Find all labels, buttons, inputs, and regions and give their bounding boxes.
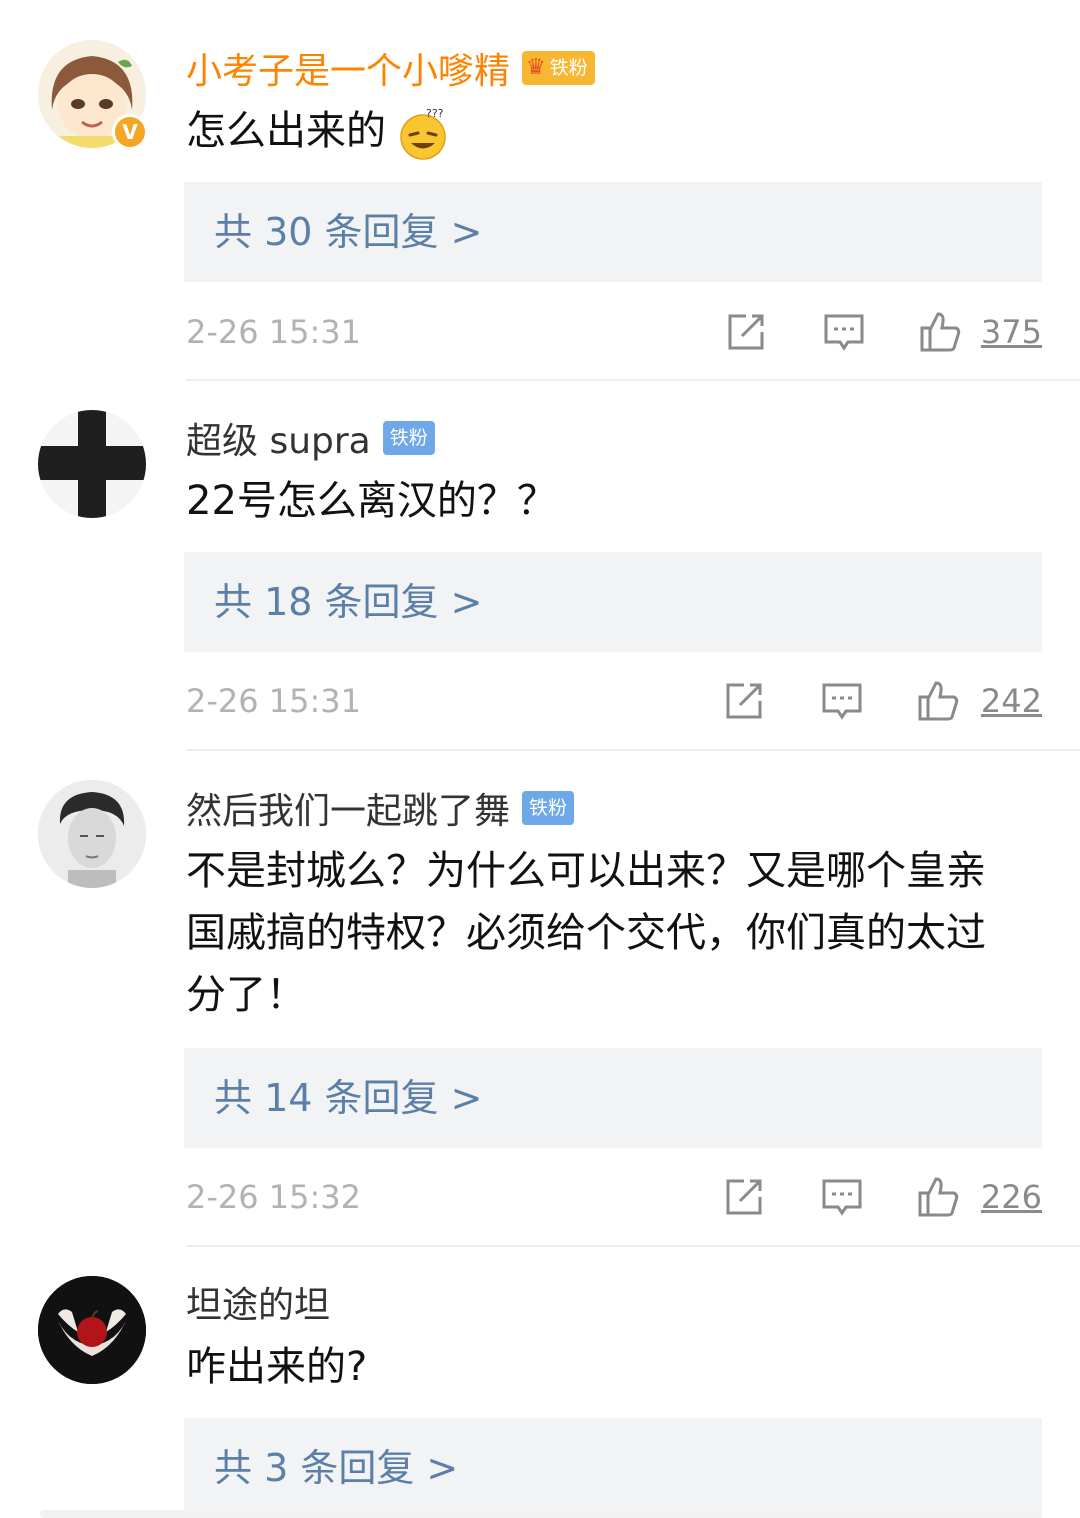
avatar[interactable]	[38, 780, 146, 888]
view-replies-link[interactable]: 共 30 条回复 >	[214, 182, 482, 282]
thumbs-up-icon[interactable]	[918, 310, 962, 354]
comment-text: 22号怎么离汉的？？	[186, 478, 557, 524]
reply-box[interactable]: 共 18 条回复 >	[184, 552, 1042, 652]
comment-text: 咋出来的?	[186, 1344, 368, 1390]
share-icon[interactable]	[722, 679, 766, 723]
username[interactable]: 坦途的坦	[186, 1276, 330, 1328]
timestamp: 2-26 15:31	[186, 313, 362, 351]
view-replies-link[interactable]: 共 3 条回复 >	[214, 1418, 458, 1518]
view-replies-link[interactable]: 共 18 条回复 >	[214, 552, 482, 652]
share-icon[interactable]	[722, 1175, 766, 1219]
bottom-edge	[40, 1510, 1040, 1518]
like-count[interactable]: 375	[981, 304, 1042, 360]
crown-icon: ♛	[526, 55, 546, 80]
avatar[interactable]	[38, 410, 146, 518]
comment-icon[interactable]	[820, 679, 864, 723]
dizzy-smile-emoji-icon: ???	[396, 106, 450, 160]
username[interactable]: 小考子是一个小嗲精	[186, 42, 510, 94]
avatar[interactable]	[38, 1276, 146, 1384]
fan-badge-label: 铁粉	[549, 57, 588, 79]
like-count[interactable]: 226	[981, 1169, 1042, 1225]
comment-text: 怎么出来的 ???	[186, 100, 1024, 162]
divider	[186, 1245, 1080, 1247]
svg-text:???: ???	[426, 107, 444, 120]
comment-icon[interactable]	[820, 1175, 864, 1219]
timestamp: 2-26 15:32	[186, 1178, 362, 1216]
thumbs-up-icon[interactable]	[916, 679, 960, 723]
comment-text-body: 怎么出来的	[186, 108, 386, 154]
reply-box[interactable]: 共 3 条回复 >	[184, 1418, 1042, 1518]
fan-badge: ♛ 铁粉	[522, 51, 595, 85]
comment-icon[interactable]	[822, 310, 866, 354]
verified-badge-icon: V	[112, 114, 148, 150]
comment-meta: 2-26 15:32 226	[186, 1169, 1042, 1225]
divider	[186, 379, 1080, 381]
comment-meta: 2-26 15:31 375	[186, 304, 1042, 360]
username[interactable]: 然后我们一起跳了舞	[186, 782, 510, 834]
fan-badge: 铁粉	[522, 791, 575, 825]
fan-badge: 铁粉	[382, 421, 435, 455]
divider	[186, 749, 1080, 751]
timestamp: 2-26 15:31	[186, 682, 362, 720]
like-count[interactable]: 242	[981, 673, 1042, 729]
comment-meta: 2-26 15:31 242	[186, 673, 1042, 729]
view-replies-link[interactable]: 共 14 条回复 >	[214, 1048, 482, 1148]
comment-text: 不是封城么？为什么可以出来？又是哪个皇亲国戚搞的特权？必须给个交代，你们真的太过…	[186, 848, 986, 1018]
share-icon[interactable]	[724, 310, 768, 354]
thumbs-up-icon[interactable]	[916, 1175, 960, 1219]
reply-box[interactable]: 共 14 条回复 >	[184, 1048, 1042, 1148]
reply-box[interactable]: 共 30 条回复 >	[184, 182, 1042, 282]
username[interactable]: 超级 supra	[186, 412, 371, 464]
